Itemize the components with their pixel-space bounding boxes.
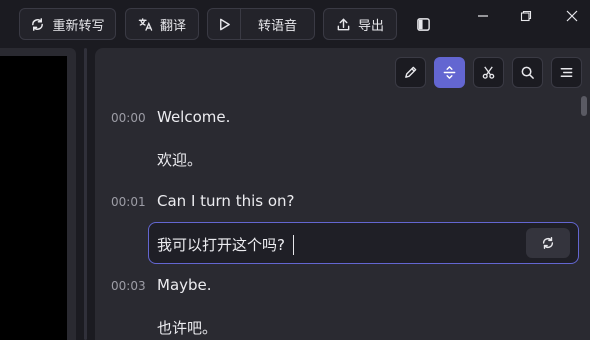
sidebar-toggle-icon	[416, 17, 430, 31]
export-button[interactable]: 导出	[323, 8, 397, 40]
text-to-speech-group: 转语音	[207, 8, 315, 40]
search-icon	[521, 66, 534, 79]
segment-timestamp[interactable]: 00:01	[111, 195, 146, 209]
top-toolbar: 重新转写 翻译 转语音 导出	[0, 0, 590, 48]
to-speech-button[interactable]: 转语音	[241, 9, 314, 39]
cut-button[interactable]	[473, 57, 504, 88]
minimize-icon	[478, 15, 488, 17]
translation-edit-text[interactable]: 我可以打开这个吗?	[157, 234, 294, 255]
export-label: 导出	[357, 18, 384, 34]
video-preview[interactable]	[0, 56, 67, 340]
sidebar-toggle-button[interactable]	[407, 8, 439, 40]
align-button[interactable]	[434, 57, 465, 88]
text-caret	[292, 234, 294, 255]
close-button[interactable]	[557, 5, 587, 27]
transcript-panel: 00:00 Welcome. 欢迎。 00:01 Can I turn this…	[95, 48, 590, 340]
regenerate-translation-button[interactable]	[526, 228, 570, 258]
menu-icon	[560, 68, 573, 77]
translation-edit-field[interactable]: 我可以打开这个吗?	[148, 222, 579, 264]
expand-vertical-icon	[443, 66, 456, 79]
play-icon	[219, 18, 230, 30]
pencil-icon	[405, 66, 417, 78]
scissors-icon	[482, 66, 495, 79]
segment-timestamp[interactable]: 00:03	[111, 279, 146, 293]
panel-resize-handle[interactable]	[84, 48, 87, 340]
edit-button[interactable]	[395, 57, 426, 88]
video-panel	[0, 48, 76, 340]
segment-original-text[interactable]: Welcome.	[157, 108, 230, 126]
segment-timestamp[interactable]: 00:00	[111, 111, 146, 125]
segment-original-text[interactable]: Maybe.	[157, 276, 212, 294]
scrollbar-thumb[interactable]	[581, 96, 587, 116]
segment-original-text[interactable]: Can I turn this on?	[157, 192, 294, 210]
play-button[interactable]	[208, 9, 241, 39]
segment-translation-text[interactable]: 欢迎。	[157, 149, 202, 170]
refresh-icon	[542, 237, 554, 249]
translate-label: 翻译	[159, 18, 186, 34]
segment-translation-text[interactable]: 也许吧。	[157, 317, 217, 338]
translate-icon	[138, 17, 153, 31]
close-icon	[566, 10, 578, 22]
retranscribe-label: 重新转写	[52, 18, 105, 34]
retranscribe-button[interactable]: 重新转写	[19, 8, 116, 40]
menu-button[interactable]	[551, 57, 582, 88]
search-button[interactable]	[512, 57, 543, 88]
minimize-button[interactable]	[468, 5, 498, 27]
translate-button[interactable]: 翻译	[125, 8, 199, 40]
upload-icon	[337, 18, 350, 30]
maximize-button[interactable]	[511, 5, 541, 27]
segment-translation-text: 我可以打开这个吗?	[157, 236, 285, 254]
restore-icon	[520, 10, 532, 22]
transcript-tools	[395, 57, 582, 88]
refresh-icon	[32, 17, 44, 31]
